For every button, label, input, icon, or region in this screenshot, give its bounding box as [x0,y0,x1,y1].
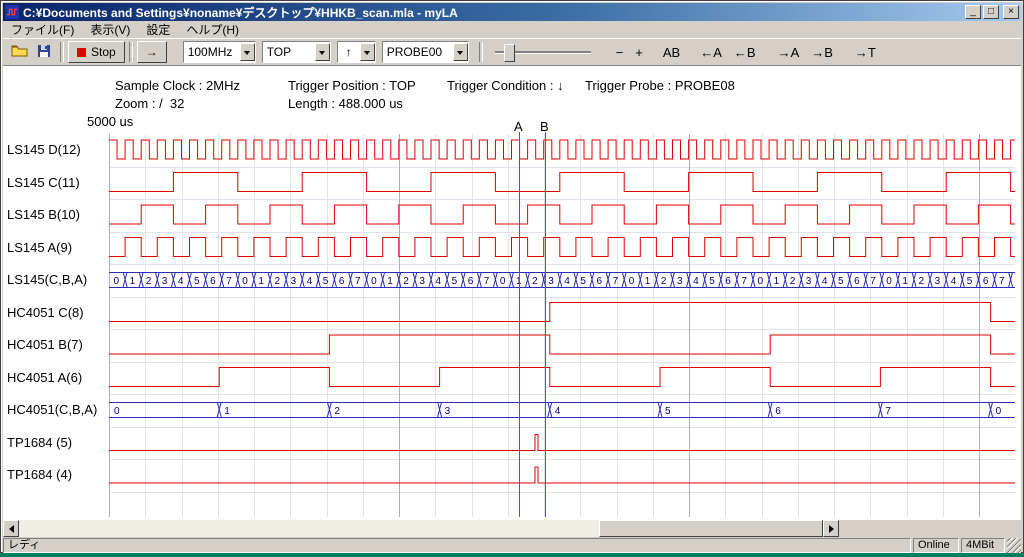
toolbar: Stop → 100MHz TOP ↑ PROBE00 − + AB ←A ←B [3,38,1021,66]
ab-button[interactable]: AB [658,42,685,63]
chevron-down-icon[interactable] [453,43,468,61]
scrollbar-thumb[interactable] [599,520,823,537]
trigger-edge-value: ↑ [338,45,360,59]
menu-view[interactable]: 表示(V) [82,20,138,39]
left-arrow-icon [5,525,14,533]
zoom-in-button[interactable]: + [630,42,648,63]
stop-label: Stop [91,45,116,59]
chevron-down-icon[interactable] [315,43,330,61]
maximize-button[interactable]: □ [983,5,999,19]
toolbar-separator [479,42,483,62]
minimize-button[interactable]: _ [965,5,981,19]
goto-trigger-button[interactable]: →T [850,42,881,63]
channel-label: HC4051 B(7) [7,337,83,352]
move-a-right-button[interactable]: →A [773,42,805,63]
status-ready: レディ [3,538,911,553]
statusbar: レディ Online 4MBit [3,538,1021,553]
trigger-position-select[interactable]: TOP [262,41,331,63]
app-icon [5,5,19,19]
channel-label: HC4051 A(6) [7,370,82,385]
toolbar-separator [60,42,64,62]
channel-label: TP1684 (5) [7,435,72,450]
sample-rate-select[interactable]: 100MHz [183,41,256,63]
move-b-left-button[interactable]: ←B [729,42,761,63]
menu-file[interactable]: ファイル(F) [3,20,82,39]
sample-rate-value: 100MHz [184,45,240,59]
channel-label: HC4051(C,B,A) [7,402,97,417]
trigger-position-value: TOP [263,45,315,59]
move-b-right-button[interactable]: →B [806,42,838,63]
close-button[interactable]: × [1003,5,1019,19]
trigger-edge-select[interactable]: ↑ [337,41,376,63]
floppy-icon [36,43,52,59]
trigger-probe-value: PROBE00 [383,45,453,59]
trigger-position-info: Trigger Position : TOP [288,78,416,93]
menu-settings[interactable]: 設定 [138,20,178,39]
resize-grip[interactable] [1007,538,1021,553]
waveform-pane[interactable] [3,66,1021,520]
sample-clock-info: Sample Clock : 2MHz [115,78,240,93]
open-button[interactable] [8,41,32,63]
time-scale-label: 5000 us [87,114,133,129]
status-online: Online [913,538,959,553]
stop-button[interactable]: Stop [68,41,125,63]
titlebar[interactable]: C:¥Documents and Settings¥noname¥デスクトップ¥… [3,3,1021,21]
right-arrow-icon [829,525,838,533]
zoom-info: Zoom : / 32 [115,96,184,111]
channel-label: HC4051 C(8) [7,305,84,320]
zoom-slider[interactable] [495,42,591,62]
scrollbar-left-arrow[interactable] [3,520,19,537]
run-button[interactable]: → [137,41,167,63]
channel-label: LS145(C,B,A) [7,272,87,287]
chevron-down-icon[interactable] [240,43,255,61]
chevron-down-icon[interactable] [360,43,375,61]
channel-label: LS145 A(9) [7,240,72,255]
trigger-condition-info: Trigger Condition : ↓ [447,78,564,93]
menubar: ファイル(F) 表示(V) 設定 ヘルプ(H) [3,21,1021,38]
scrollbar-right-arrow[interactable] [823,520,839,537]
cursor-b-label[interactable]: B [540,119,549,134]
save-button[interactable] [32,41,56,63]
slider-thumb[interactable] [504,44,515,62]
horizontal-scrollbar[interactable] [3,520,839,537]
toolbar-separator [129,42,133,62]
trigger-probe-select[interactable]: PROBE00 [382,41,469,63]
channel-label: LS145 C(11) [7,175,80,190]
cursor-a-label[interactable]: A [514,119,523,134]
status-memory: 4MBit [961,538,1005,553]
zoom-out-button[interactable]: − [611,42,629,63]
window-title: C:¥Documents and Settings¥noname¥デスクトップ¥… [23,4,963,21]
menu-help[interactable]: ヘルプ(H) [178,20,247,39]
open-folder-icon [11,43,29,59]
stop-icon [77,48,86,57]
channel-label: LS145 D(12) [7,142,81,157]
move-a-left-button[interactable]: ←A [695,42,727,63]
app-window: C:¥Documents and Settings¥noname¥デスクトップ¥… [0,0,1024,553]
length-info: Length : 488.000 us [288,96,403,111]
channel-label: LS145 B(10) [7,207,80,222]
trigger-probe-info: Trigger Probe : PROBE08 [585,78,735,93]
channel-label: TP1684 (4) [7,467,72,482]
